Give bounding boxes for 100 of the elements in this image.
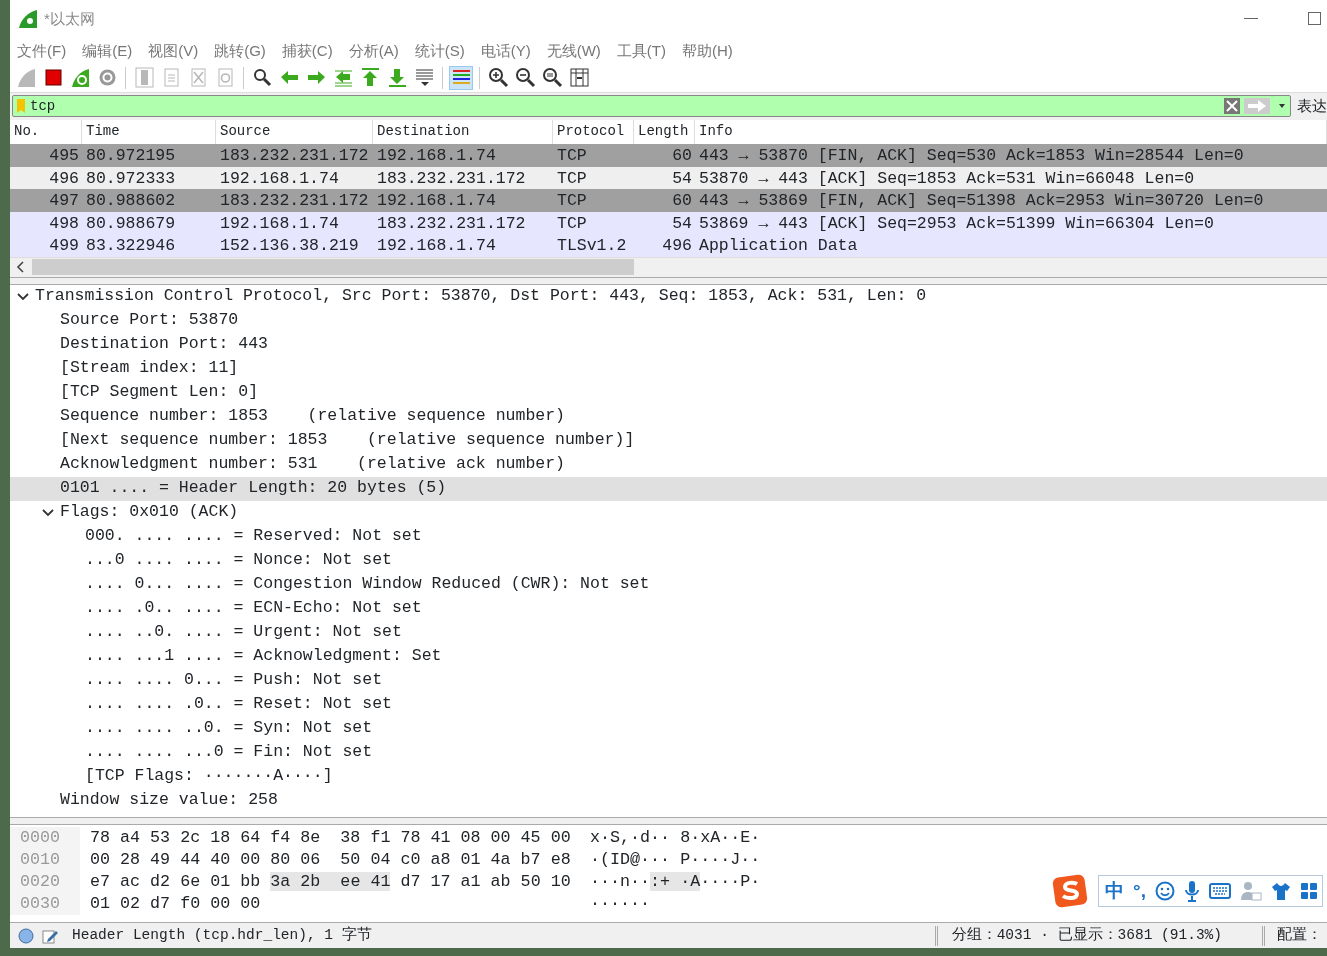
keyboard-icon[interactable] xyxy=(1209,883,1231,899)
tree-item[interactable]: [Stream index: 11] xyxy=(60,356,239,382)
menu-item[interactable]: 电话(Y) xyxy=(480,39,531,63)
tree-row[interactable]: Destination Port: 443 xyxy=(10,332,1327,357)
hex-bytes[interactable]: 78 a4 53 2c 18 64 f4 8e 38 f1 78 41 08 00 45 00 xyxy=(90,828,571,847)
table-cell-text: 192.168.1.74 xyxy=(376,190,497,213)
tree-row[interactable]: ...0 .... .... = Nonce: Not set xyxy=(10,548,1327,573)
tree-item[interactable]: .... ..0. .... = Urgent: Not set xyxy=(85,620,402,646)
tree-item[interactable]: Sequence number: 1853 (relative sequence number) xyxy=(60,404,565,430)
minimize-icon[interactable] xyxy=(1244,17,1258,20)
tree-item[interactable]: .... ...1 .... = Acknowledgment: Set xyxy=(85,644,442,670)
tree-item[interactable]: .... .... .0.. = Reset: Not set xyxy=(85,692,392,718)
tree-row[interactable]: .... ...1 .... = Acknowledgment: Set xyxy=(10,644,1327,669)
tree-row[interactable]: [TCP Segment Len: 0] xyxy=(10,380,1327,405)
tree-row[interactable]: Transmission Control Protocol, Src Port: 53870, Dst Port: 443, Seq: 1853, Ack: 531, Len: 0 xyxy=(10,284,1327,309)
zoom-reset-button[interactable] xyxy=(540,65,564,90)
tree-row[interactable]: [TCP Flags: ·······A····] xyxy=(10,764,1327,789)
smiley-icon[interactable] xyxy=(1155,881,1175,901)
splitter-handle[interactable] xyxy=(10,276,1327,285)
ascii-text[interactable]: :+ ·A xyxy=(650,872,701,891)
tree-item[interactable]: Acknowledgment number: 531 (relative ack number) xyxy=(60,452,565,478)
tree-item[interactable]: .... 0... .... = Congestion Window Reduced (CWR): Not set xyxy=(85,572,650,598)
table-cell-text: 80.972195 xyxy=(85,145,177,168)
tree-item[interactable]: Destination Port: 443 xyxy=(60,332,268,358)
tree-row[interactable]: .... .... 0... = Push: Not set xyxy=(10,668,1327,693)
tree-row[interactable]: .... 0... .... = Congestion Window Reduced (CWR): Not set xyxy=(10,572,1327,597)
maximize-icon[interactable] xyxy=(1308,12,1321,26)
menu-item[interactable]: 工具(T) xyxy=(616,39,666,63)
tree-item[interactable]: .... .... ..0. = Syn: Not set xyxy=(85,716,373,742)
menu-item[interactable]: 文件(F) xyxy=(17,39,67,63)
grid-icon[interactable] xyxy=(1300,882,1318,900)
tree-item[interactable]: Window size value: 258 xyxy=(60,788,278,814)
tree-row[interactable]: 0101 .... = Header Length: 20 bytes (5) xyxy=(10,476,1327,501)
menu-item[interactable]: 帮助(H) xyxy=(681,39,733,63)
tree-row[interactable]: .... .... ..0. = Syn: Not set xyxy=(10,716,1327,741)
horizontal-scrollbar-thumb[interactable] xyxy=(32,259,634,276)
zoom-in-button[interactable] xyxy=(486,65,510,90)
tree-row[interactable]: .... .0.. .... = ECN-Echo: Not set xyxy=(10,596,1327,621)
menu-item[interactable]: 无线(W) xyxy=(546,39,601,63)
packet-row[interactable]: 499 83.322946 152.136.38.219 192.168.1.74 TLSv1.2 496 Application Data xyxy=(10,234,1327,257)
tree-item[interactable]: Source Port: 53870 xyxy=(60,308,239,334)
tree-item[interactable]: [TCP Segment Len: 0] xyxy=(60,380,259,406)
zoom-out-button[interactable] xyxy=(513,65,537,90)
tree-row[interactable]: .... ..0. .... = Urgent: Not set xyxy=(10,620,1327,645)
input-mode-toggle[interactable]: 中 xyxy=(1105,876,1125,906)
tree-row[interactable]: Acknowledgment number: 531 (relative ack number) xyxy=(10,452,1327,477)
tree-item[interactable]: ...0 .... .... = Nonce: Not set xyxy=(85,548,392,574)
tree-row[interactable]: [Stream index: 11] xyxy=(10,356,1327,381)
tree-row[interactable]: Window size value: 258 xyxy=(10,788,1327,813)
user-icon[interactable] xyxy=(1240,881,1262,901)
resize-columns-button[interactable] xyxy=(567,65,591,90)
tree-item[interactable]: [TCP Flags: ·······A····] xyxy=(85,764,333,790)
pencil-icon[interactable] xyxy=(42,927,58,944)
packet-row[interactable]: 496 80.972333 192.168.1.74 183.232.231.172 TCP 54 53870 → 443 [ACK] Seq=1853 Ack=531 Win=66048 Len=0 xyxy=(10,166,1327,190)
menu-item[interactable]: 跳转(G) xyxy=(214,39,266,63)
hex-bytes[interactable]: d7 17 a1 ab 50 10 xyxy=(390,872,571,891)
ascii-text[interactable]: ····P· xyxy=(700,872,761,891)
hex-bytes[interactable]: 3a 2b ee 41 xyxy=(270,872,391,891)
tree-item[interactable]: 0101 .... = Header Length: 20 bytes (5) xyxy=(60,476,447,502)
tree-item[interactable]: .... .0.. .... = ECN-Echo: Not set xyxy=(85,596,422,622)
menu-item[interactable]: 分析(A) xyxy=(348,39,399,63)
packet-row[interactable]: 495 80.972195 183.232.231.172 192.168.1.74 TCP 60 443 → 53870 [FIN, ACK] Seq=530 Ack=1853 Win=28544 Len=0 xyxy=(10,144,1327,167)
tree-item[interactable]: 000. .... .... = Reserved: Not set xyxy=(85,524,422,550)
tree-item[interactable]: .... .... ...0 = Fin: Not set xyxy=(85,740,373,766)
tree-row[interactable]: [Next sequence number: 1853 (relative sequence number)] xyxy=(10,428,1327,453)
ascii-text[interactable]: x·S,·d·· 8·xA··E· xyxy=(590,828,761,847)
tree-row[interactable]: Source Port: 53870 xyxy=(10,308,1327,333)
colorize-button[interactable] xyxy=(449,65,473,90)
menu-item[interactable]: 编辑(E) xyxy=(82,39,133,63)
tree-row[interactable]: Sequence number: 1853 (relative sequence number) xyxy=(10,404,1327,429)
packet-row[interactable]: 498 80.988679 192.168.1.74 183.232.231.172 TCP 54 53869 → 443 [ACK] Seq=2953 Ack=51399 Win=66304 Len=0 xyxy=(10,211,1327,235)
tree-row[interactable]: Flags: 0x010 (ACK) xyxy=(10,500,1327,525)
ascii-text[interactable]: ·(ID@··· P····J·· xyxy=(590,850,761,869)
hex-bytes[interactable]: 00 28 49 44 40 00 80 06 50 04 c0 a8 01 4a b7 e8 xyxy=(90,850,571,869)
profile-label[interactable]: 配置： xyxy=(1277,924,1327,947)
expression-button[interactable]: 表达 xyxy=(1297,94,1327,118)
tree-row[interactable]: .... .... ...0 = Fin: Not set xyxy=(10,740,1327,765)
tree-item[interactable]: [Next sequence number: 1853 (relative sequence number)] xyxy=(60,428,635,454)
tree-item[interactable]: .... .... 0... = Push: Not set xyxy=(85,668,383,694)
shirt-icon[interactable] xyxy=(1271,881,1291,901)
packet-row[interactable]: 497 80.988602 183.232.231.172 192.168.1.74 TCP 60 443 → 53869 [FIN, ACK] Seq=51398 Ack=2953 Win=30720 Len=0 xyxy=(10,189,1327,212)
ascii-text[interactable]: ···n·· xyxy=(590,872,651,891)
clear-icon[interactable] xyxy=(1224,98,1240,115)
input-method-logo-icon[interactable] xyxy=(1052,874,1089,908)
microphone-icon[interactable] xyxy=(1184,880,1200,902)
menu-item[interactable]: 统计(S) xyxy=(414,39,465,63)
tree-item[interactable]: Transmission Control Protocol, Src Port: 53870, Dst Port: 443, Seq: 1853, Ack: 531, Len: 0 xyxy=(35,284,927,310)
punctuation-toggle[interactable]: °, xyxy=(1133,876,1146,906)
ascii-text[interactable]: ······ xyxy=(590,894,651,913)
menu-item[interactable]: 视图(V) xyxy=(148,39,199,63)
tree-row[interactable]: 000. .... .... = Reserved: Not set xyxy=(10,524,1327,549)
expert-info-icon[interactable] xyxy=(18,927,34,944)
splitter-handle[interactable] xyxy=(10,816,1327,825)
hex-bytes[interactable]: e7 ac d2 6e 01 bb xyxy=(90,872,271,891)
hex-bytes[interactable]: 01 02 d7 f0 00 00 xyxy=(90,894,261,913)
menu-item[interactable]: 捕获(C) xyxy=(281,39,333,63)
display-filter-field[interactable]: tcp xyxy=(12,95,1291,118)
table-cell-text: 443 → 53869 [FIN, ACK] Seq=51398 Ack=2953 Win=30720 Len=0 xyxy=(698,190,1265,213)
tree-row[interactable]: .... .... .0.. = Reset: Not set xyxy=(10,692,1327,717)
tree-item[interactable]: Flags: 0x010 (ACK) xyxy=(60,500,239,526)
